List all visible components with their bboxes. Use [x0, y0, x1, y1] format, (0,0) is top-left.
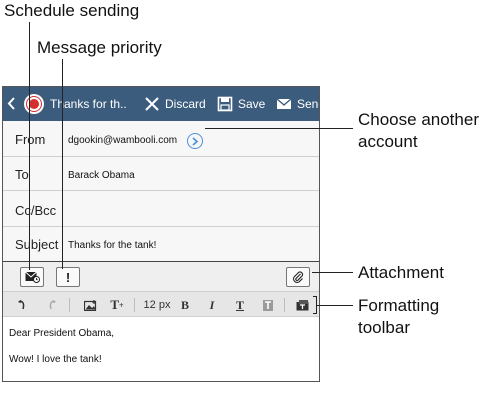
font-size-selector[interactable]: 12 px [140, 292, 174, 318]
close-x-icon [145, 97, 159, 111]
from-label: From [15, 132, 46, 147]
save-label: Save [238, 97, 266, 111]
text-color-icon [263, 299, 273, 311]
callout-bracket-top [313, 296, 317, 297]
callout-message-priority: Message priority [37, 38, 162, 57]
callout-schedule-sending: Schedule sending [4, 1, 140, 20]
undo-button[interactable] [13, 292, 31, 318]
body-line-greeting: Dear President Obama, [9, 328, 115, 339]
message-body[interactable]: Dear President Obama, Wow! I love the ta… [3, 317, 319, 381]
italic-icon: I [209, 297, 215, 312]
insert-image-button[interactable] [81, 292, 99, 318]
attachment-button[interactable] [286, 267, 310, 287]
callout-choose-account-2: account [358, 132, 418, 151]
message-options-bar: ! [3, 261, 319, 291]
subject-label: Subject [15, 237, 59, 252]
callout-attachment: Attachment [358, 263, 444, 282]
redo-icon [49, 299, 56, 310]
back-chevron-icon[interactable] [7, 97, 16, 110]
save-disk-icon [217, 96, 233, 112]
body-line-message: Wow! I love the tank! [9, 354, 102, 365]
callout-line-schedule [29, 22, 30, 270]
callout-formatting-2: toolbar [358, 318, 410, 337]
schedule-send-icon [24, 271, 40, 283]
callout-line-attachment [312, 272, 353, 273]
discard-label: Discard [165, 97, 206, 111]
from-value: dgookin@wambooli.com [68, 135, 178, 146]
underline-icon: T [235, 297, 244, 312]
callout-choose-account-1: Choose another [358, 110, 479, 129]
redo-button[interactable] [43, 292, 61, 318]
schedule-send-button[interactable] [20, 267, 44, 287]
ccbcc-label: Cc/Bcc [15, 203, 57, 218]
italic-button[interactable]: I [204, 292, 220, 318]
priority-button[interactable]: ! [56, 267, 80, 287]
send-label: Send [297, 97, 319, 111]
more-formatting-button[interactable] [293, 292, 313, 318]
formatting-toolbar: T + 12 px B I T [3, 291, 319, 318]
callout-bracket-bottom [313, 313, 317, 314]
to-row[interactable]: To Barack Obama [3, 157, 319, 191]
font-increase-icon: T [110, 297, 120, 312]
bold-button[interactable]: B [177, 292, 193, 318]
to-value: Barack Obama [68, 170, 135, 181]
bold-icon: B [180, 297, 189, 312]
callout-line-formatting [317, 305, 353, 306]
undo-icon [18, 299, 25, 310]
email-compose-screen: Thanks for th.. Discard Save Send From d… [2, 86, 320, 382]
action-bar: Thanks for th.. Discard Save Send [3, 87, 319, 121]
subject-row[interactable]: Subject Thanks for the tank! [3, 227, 319, 261]
send-envelope-icon [276, 98, 292, 109]
underline-button[interactable]: T [232, 292, 248, 318]
from-row[interactable]: From dgookin@wambooli.com [3, 121, 319, 157]
text-color-button[interactable] [260, 292, 276, 318]
insert-image-icon [83, 299, 96, 311]
more-icon [296, 299, 309, 310]
send-button[interactable]: Send [276, 87, 319, 121]
paperclip-icon [293, 271, 304, 283]
to-label: To [15, 167, 29, 182]
callout-line-account [205, 128, 353, 129]
priority-icon: ! [65, 269, 71, 285]
ccbcc-row[interactable]: Cc/Bcc [3, 191, 319, 227]
save-button[interactable]: Save [217, 87, 265, 121]
subject-value: Thanks for the tank! [68, 240, 157, 251]
callout-formatting-1: Formatting [358, 296, 440, 315]
font-increase-button[interactable]: T + [107, 292, 127, 318]
discard-button[interactable]: Discard [144, 87, 206, 121]
toolbar-divider [69, 298, 70, 312]
callout-line-priority [62, 59, 63, 269]
toolbar-divider [284, 298, 285, 312]
toolbar-divider [134, 298, 135, 312]
choose-account-chevron-icon[interactable] [187, 133, 203, 149]
app-logo-icon [24, 94, 44, 114]
